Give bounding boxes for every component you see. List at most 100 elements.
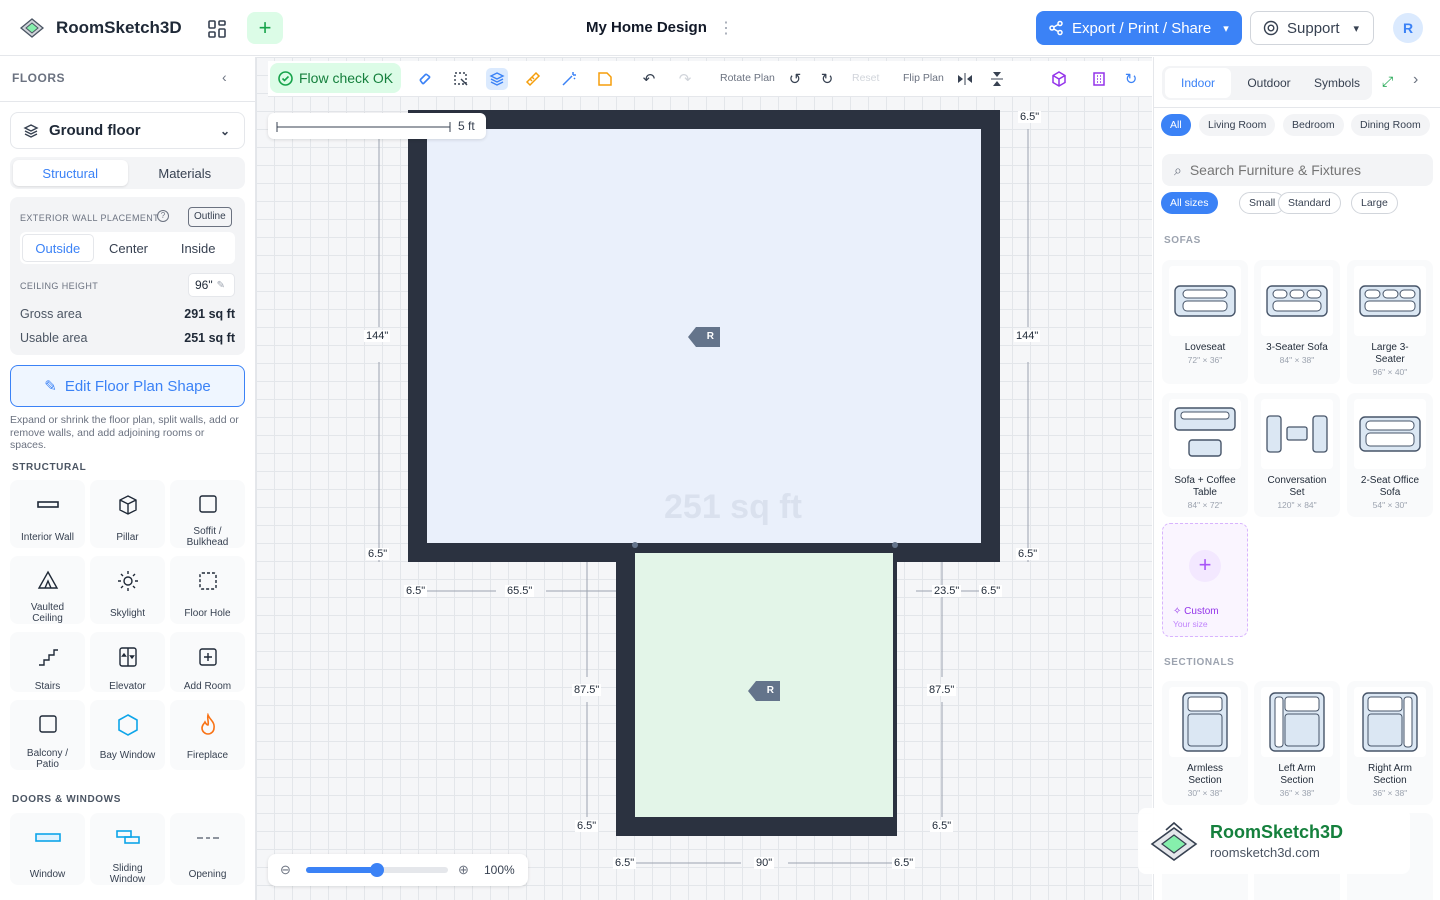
furniture-name: Loveseat (1184, 342, 1226, 353)
flip-vertical-button[interactable] (986, 68, 1008, 90)
flow-check-badge[interactable]: Flow check OK (270, 63, 402, 93)
furniture-loveseat[interactable]: Loveseat 72" × 36" (1162, 260, 1248, 384)
tool-label: Opening (188, 869, 227, 880)
office-sofa-icon (1359, 416, 1421, 452)
tool-fireplace[interactable]: Fireplace (170, 700, 245, 770)
magic-tool-button[interactable] (558, 68, 580, 90)
floor-plan-canvas[interactable]: Flow check OK ↶ ↷ Rotate Plan ↺ ↻ Reset … (256, 57, 1152, 900)
export-label: Export / Print / Share (1072, 19, 1212, 37)
dashboard-button[interactable] (204, 16, 230, 42)
furniture-armless-section[interactable]: Armless Section 30" × 38" (1162, 681, 1248, 805)
flip-horizontal-button[interactable] (954, 68, 976, 90)
furniture-right-arm-section[interactable]: Right Arm Section 36" × 38" (1347, 681, 1433, 805)
tab-materials[interactable]: Materials (128, 160, 243, 186)
tool-stairs[interactable]: Stairs (10, 632, 85, 692)
rotate-left-button[interactable]: ↺ (784, 68, 806, 90)
furniture-name: Armless Section (1186, 763, 1224, 786)
tool-pillar[interactable]: Pillar (90, 480, 165, 548)
avatar[interactable]: R (1393, 13, 1423, 43)
zoom-slider-handle[interactable] (370, 863, 384, 877)
size-standard[interactable]: Standard (1278, 192, 1341, 214)
undo-button[interactable]: ↶ (638, 68, 660, 90)
furniture-conversation-set[interactable]: Conversation Set 120" × 84" (1254, 393, 1340, 517)
zoom-out-icon[interactable]: ⊖ (280, 862, 291, 878)
wall-node[interactable] (632, 542, 638, 548)
select-tool-button[interactable] (450, 68, 472, 90)
filter-dining-room[interactable]: Dining Room (1351, 114, 1430, 136)
edit-floor-plan-button[interactable]: ✎ Edit Floor Plan Shape (10, 365, 245, 407)
custom-size-card[interactable]: + ✧ Custom Your size (1162, 523, 1248, 637)
flame-icon (200, 713, 215, 735)
collapse-panel-button[interactable]: ‹ (222, 69, 227, 85)
wall-node[interactable] (892, 542, 898, 548)
tool-vaulted-ceiling[interactable]: Vaulted Ceiling (10, 556, 85, 624)
furniture-office-sofa[interactable]: 2-Seat Office Sofa 54" × 30" (1347, 393, 1433, 517)
zoom-slider[interactable] (306, 863, 448, 877)
tool-window[interactable]: Window (10, 813, 85, 885)
add-button[interactable]: + (247, 12, 283, 44)
view-3d-button[interactable] (1048, 68, 1070, 90)
tab-structural[interactable]: Structural (13, 160, 128, 186)
zoom-in-icon[interactable]: ⊕ (458, 862, 469, 878)
tool-skylight[interactable]: Skylight (90, 556, 165, 624)
project-title[interactable]: My Home Design (586, 19, 707, 36)
furniture-sofa-coffee-table[interactable]: Sofa + Coffee Table 84" × 72" (1162, 393, 1248, 517)
furniture-size: 120" × 84" (1277, 500, 1317, 510)
tool-soffit[interactable]: Soffit / Bulkhead (170, 480, 245, 548)
outline-badge[interactable]: Outline (188, 207, 232, 227)
ruler-icon (525, 71, 541, 87)
reset-button[interactable]: Reset (852, 72, 879, 84)
search-input[interactable] (1189, 162, 1410, 178)
tool-balcony[interactable]: Balcony / Patio (10, 700, 85, 770)
help-icon[interactable]: ? (157, 210, 169, 222)
redo-button[interactable]: ↷ (674, 68, 696, 90)
floor-select[interactable]: Ground floor ⌄ (10, 112, 245, 149)
tool-elevator[interactable]: Elevator (90, 632, 165, 692)
tab-symbols[interactable]: Symbols (1305, 68, 1369, 98)
size-large[interactable]: Large (1351, 192, 1398, 214)
search-field[interactable]: ⌕ (1162, 154, 1433, 186)
tool-label: Window (29, 869, 66, 880)
placement-outside[interactable]: Outside (22, 234, 94, 262)
furniture-3-seater-sofa[interactable]: 3-Seater Sofa 84" × 38" (1254, 260, 1340, 384)
tool-add-room[interactable]: Add Room (170, 632, 245, 692)
project-menu-button[interactable]: ⋮ (718, 18, 734, 38)
measure-tool-button[interactable] (522, 68, 544, 90)
filter-living-room[interactable]: Living Room (1199, 114, 1276, 136)
tab-indoor[interactable]: Indoor (1165, 68, 1231, 98)
tool-bay-window[interactable]: Bay Window (90, 700, 165, 770)
support-button[interactable]: Support ▾ (1250, 11, 1374, 45)
rotate-right-button[interactable]: ↻ (816, 68, 838, 90)
redo-icon: ↷ (678, 71, 692, 88)
app-logo[interactable]: RoomSketch3D (18, 14, 182, 42)
furniture-size: 72" × 36" (1187, 355, 1223, 365)
expand-icon[interactable]: ⤢ (1382, 73, 1393, 90)
filter-bedroom[interactable]: Bedroom (1283, 114, 1344, 136)
furniture-large-3-seater[interactable]: Large 3-Seater 96" × 40" (1347, 260, 1433, 384)
placement-center[interactable]: Center (94, 234, 164, 262)
scale-label: 5 ft (458, 119, 475, 133)
snap-tool-button[interactable] (414, 68, 436, 90)
layers-tool-button[interactable] (486, 68, 508, 90)
chevron-right-icon[interactable]: › (1413, 71, 1418, 89)
furniture-left-arm-section[interactable]: Left Arm Section 36" × 38" (1254, 681, 1340, 805)
tool-opening[interactable]: Opening (170, 813, 245, 885)
wall-icon (36, 501, 59, 508)
tool-interior-wall[interactable]: Interior Wall (10, 480, 85, 548)
balcony-icon (38, 715, 57, 733)
size-all[interactable]: All sizes (1161, 192, 1218, 214)
filter-all[interactable]: All (1161, 114, 1191, 136)
layers-icon (489, 72, 505, 86)
building-view-button[interactable] (1088, 68, 1110, 90)
tool-floor-hole[interactable]: Floor Hole (170, 556, 245, 624)
refresh-button[interactable]: ↻ (1120, 68, 1142, 90)
note-tool-button[interactable] (594, 68, 616, 90)
custom-name: Custom (1184, 606, 1219, 617)
export-button[interactable]: Export / Print / Share ▾ (1036, 11, 1242, 45)
ceiling-height-field[interactable]: 96" ✎ (188, 273, 235, 297)
tool-sliding-window[interactable]: Sliding Window (90, 813, 165, 885)
placement-inside[interactable]: Inside (163, 234, 233, 262)
pencil-icon: ✎ (44, 378, 57, 395)
tab-outdoor[interactable]: Outdoor (1237, 68, 1301, 98)
wand-icon (562, 72, 576, 86)
